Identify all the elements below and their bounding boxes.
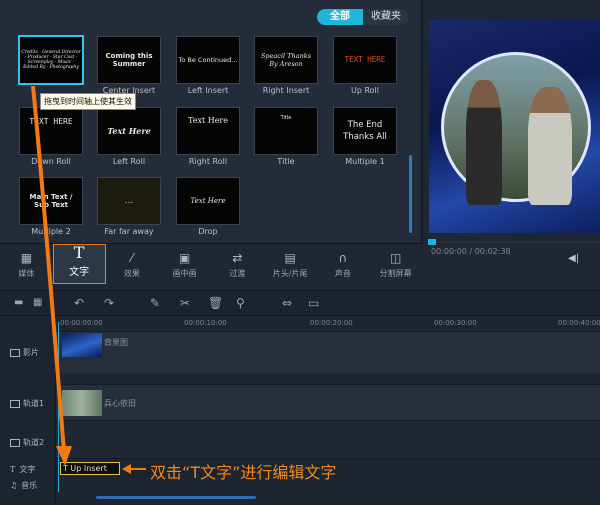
drag-arrow-head	[56, 446, 72, 466]
video-editor-window: 全部 收藏夹 Credits · General Director · Prod…	[0, 0, 600, 505]
hint-arrow-head	[122, 464, 131, 474]
drag-arrow-line	[31, 85, 66, 453]
annotation-arrows	[31, 85, 146, 474]
instruction-annotation: 双击“T文字”进行编辑文字	[150, 463, 337, 482]
